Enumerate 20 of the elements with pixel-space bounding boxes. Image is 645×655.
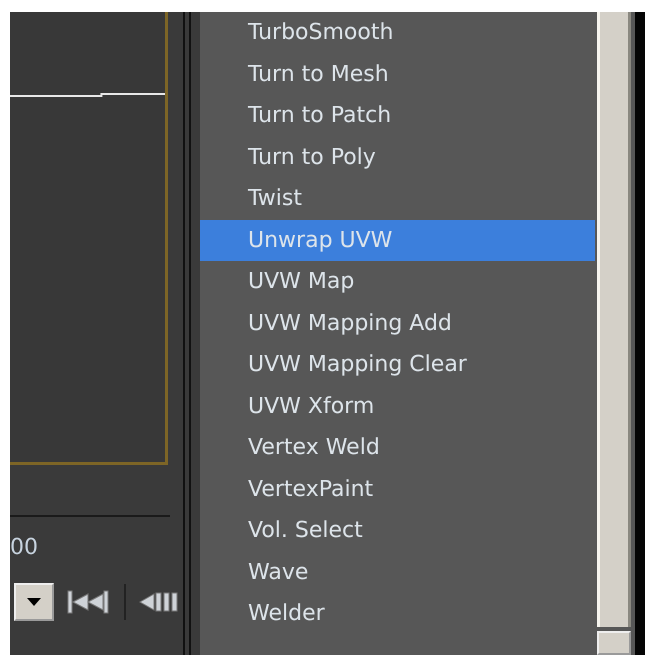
list-item[interactable]: Wave: [200, 552, 595, 593]
scrollbar[interactable]: [595, 12, 635, 655]
dropdown-button[interactable]: [14, 583, 54, 621]
list-item[interactable]: UVW Map: [200, 261, 595, 302]
list-item[interactable]: VertexPaint: [200, 468, 595, 510]
list-item[interactable]: Turn to Patch: [200, 95, 595, 136]
caret-icon: [27, 598, 41, 606]
list-item[interactable]: Vol. Select: [200, 510, 595, 552]
list-item[interactable]: Turn to Mesh: [200, 54, 595, 95]
list-item[interactable]: UVW Mapping Clear: [200, 344, 595, 386]
list-item[interactable]: Unwrap UVW: [200, 220, 595, 261]
list-item[interactable]: TurboSmooth: [200, 12, 595, 54]
list-item[interactable]: Twist: [200, 178, 595, 220]
list-item[interactable]: UVW Mapping Add: [200, 302, 595, 344]
list-item[interactable]: Welder: [200, 593, 595, 634]
frame-number: 00: [10, 534, 38, 560]
list-item[interactable]: UVW Xform: [200, 386, 595, 427]
list-item[interactable]: Turn to Poly: [200, 136, 595, 178]
list-item[interactable]: Vertex Weld: [200, 427, 595, 468]
scrollbar-thumb[interactable]: [597, 12, 631, 627]
